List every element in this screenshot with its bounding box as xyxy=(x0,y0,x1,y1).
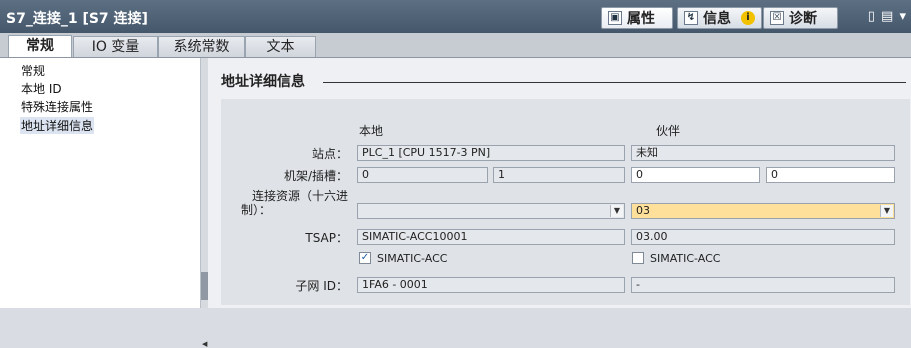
partner-rack-input[interactable]: 0 xyxy=(631,167,760,183)
scrollbar-thumb[interactable] xyxy=(201,272,208,300)
nav-item-address-details[interactable]: 地址详细信息 xyxy=(20,117,95,134)
nav-item-general[interactable]: 常规 xyxy=(20,62,46,79)
diagnostics-icon: ☒ xyxy=(770,11,784,25)
properties-nav: 常规 本地 ID 特殊连接属性 地址详细信息 xyxy=(0,58,201,308)
partner-tsap-field: 03.00 xyxy=(631,229,895,245)
local-simatic-acc-checkbox[interactable]: ✓ xyxy=(359,252,371,264)
tab-info-label: 信息 xyxy=(703,11,731,27)
column-local: 本地 xyxy=(359,124,384,138)
local-slot-field: 1 xyxy=(493,167,625,183)
partner-station-field: 未知 xyxy=(631,145,895,161)
chevron-down-icon: ▼ xyxy=(610,205,623,217)
partner-subnet-id-field: - xyxy=(631,277,895,293)
partner-simatic-acc-checkbox[interactable] xyxy=(632,252,644,264)
conn-resource-label: 连接资源（十六进 制）： xyxy=(221,189,348,217)
partner-simatic-acc-label: SIMATIC-ACC xyxy=(650,252,721,265)
conn-resource-label-line2: 制）： xyxy=(241,203,272,217)
tab-texts[interactable]: 文本 xyxy=(245,36,316,57)
properties-icon: ▣ xyxy=(608,11,622,25)
inspector-title-bar: S7_连接_1 [S7 连接] ▣ 属性 ↯ 信息 i ☒ 诊断 ▯ ▤ ▾ xyxy=(0,0,911,33)
address-details-panel: 本地 伙伴 站点： PLC_1 [CPU 1517-3 PN] 未知 机架/插槽… xyxy=(221,99,910,305)
partner-slot-input[interactable]: 0 xyxy=(766,167,895,183)
tab-diagnostics-label: 诊断 xyxy=(789,11,817,27)
nav-item-special-properties[interactable]: 特殊连接属性 xyxy=(20,98,94,115)
tab-info[interactable]: ↯ 信息 i xyxy=(677,7,762,29)
partner-conn-resource-value: 03 xyxy=(636,204,650,217)
column-partner: 伙伴 xyxy=(656,124,681,138)
local-conn-resource-select: ▼ xyxy=(357,203,625,219)
window-controls-icon[interactable]: ▯ ▤ ▾ xyxy=(868,9,907,24)
scroll-left-arrow-icon[interactable]: ◀ xyxy=(202,340,207,348)
local-station-field: PLC_1 [CPU 1517-3 PN] xyxy=(357,145,625,161)
partner-conn-resource-select[interactable]: 03 ▼ xyxy=(631,203,895,219)
tab-properties-label: 属性 xyxy=(627,11,655,27)
local-subnet-id-field: 1FA6 - 0001 xyxy=(357,277,625,293)
tab-diagnostics[interactable]: ☒ 诊断 xyxy=(763,7,838,29)
rack-slot-label: 机架/插槽： xyxy=(283,169,348,183)
nav-scrollbar[interactable]: ◀ xyxy=(200,58,208,348)
tab-properties[interactable]: ▣ 属性 xyxy=(601,7,673,29)
info-badge-icon: i xyxy=(741,11,755,25)
tab-system-constants[interactable]: 系统常数 xyxy=(158,36,245,57)
window-title: S7_连接_1 [S7 连接] xyxy=(6,11,148,27)
chevron-down-icon[interactable]: ▼ xyxy=(880,205,893,217)
section-divider xyxy=(323,82,906,83)
tab-io-tags[interactable]: IO 变量 xyxy=(73,36,158,57)
tsap-label: TSAP： xyxy=(305,231,348,245)
conn-resource-label-line1: 连接资源（十六进 xyxy=(251,189,348,203)
local-rack-field: 0 xyxy=(357,167,488,183)
local-simatic-acc-label: SIMATIC-ACC xyxy=(377,252,448,265)
content-area: 地址详细信息 本地 伙伴 站点： PLC_1 [CPU 1517-3 PN] 未… xyxy=(208,58,911,308)
info-icon: ↯ xyxy=(684,11,698,25)
nav-item-local-id[interactable]: 本地 ID xyxy=(20,80,63,97)
subnet-id-label: 子网 ID： xyxy=(295,279,348,293)
station-label: 站点： xyxy=(311,147,348,161)
local-tsap-field: SIMATIC-ACC10001 xyxy=(357,229,625,245)
sub-tab-bar: 常规 IO 变量 系统常数 文本 xyxy=(0,33,911,58)
tab-general[interactable]: 常规 xyxy=(8,35,72,57)
section-title: 地址详细信息 xyxy=(221,74,305,90)
